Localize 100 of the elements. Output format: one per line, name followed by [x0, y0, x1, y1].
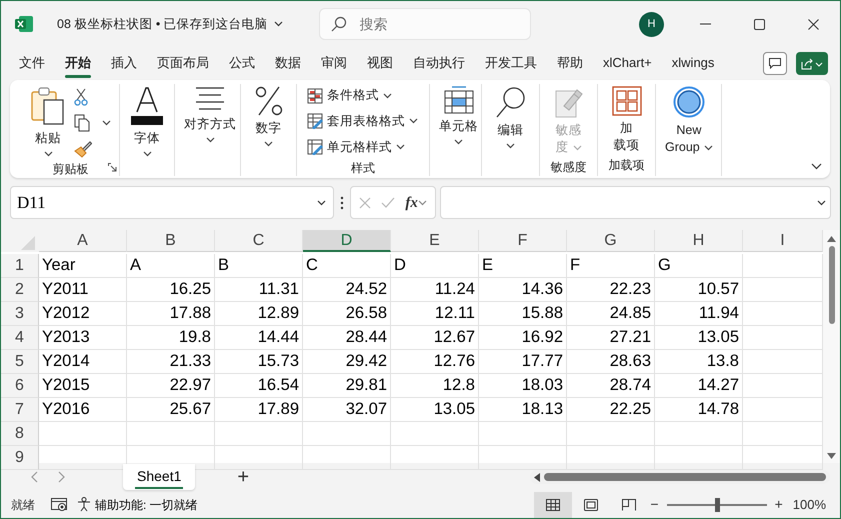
scrollbar-thumb[interactable] — [828, 246, 834, 324]
table-cell: 25.67 — [127, 398, 215, 422]
align-button[interactable]: 对齐方式 — [183, 84, 237, 176]
table-cell: 17.88 — [127, 302, 215, 326]
column-header[interactable]: I — [743, 230, 823, 252]
accessibility-button[interactable]: 辅助功能: 一切就绪 — [77, 496, 198, 514]
maximize-icon — [754, 18, 764, 30]
ribbon-tab[interactable]: 页面布局 — [147, 49, 219, 78]
menu-button[interactable]: 单元格样式 — [305, 136, 420, 159]
more-icon — [338, 196, 346, 210]
row-header[interactable]: 4 — [1, 326, 39, 350]
user-avatar[interactable]: H — [639, 12, 664, 36]
ribbon-tab[interactable]: 帮助 — [547, 49, 593, 78]
column-header[interactable]: H — [655, 230, 743, 252]
close-icon — [359, 196, 372, 209]
table-cell: 13.05 — [391, 398, 479, 422]
menu-button[interactable]: 套用表格格式 — [305, 110, 420, 133]
menu-button[interactable]: 条件格式 — [305, 84, 420, 108]
table-cell: 12.8 — [391, 374, 479, 398]
column-header[interactable]: E — [391, 230, 479, 252]
caret-icon — [418, 200, 427, 206]
normal-view-button[interactable] — [534, 492, 572, 518]
conditional-format-icon — [307, 88, 323, 104]
column-header[interactable]: G — [567, 230, 655, 252]
table-cell: 14.78 — [655, 398, 743, 422]
caret-icon — [396, 144, 405, 150]
add-ins-icon — [612, 86, 642, 116]
ribbon-tab[interactable]: 公式 — [219, 49, 265, 78]
table-cell: 15.73 — [215, 350, 303, 374]
zoom-percent[interactable]: 100% — [792, 495, 826, 515]
zoom-in-button[interactable]: + — [772, 494, 785, 516]
addins-button[interactable]: 加 载项 — [606, 84, 647, 156]
share-button[interactable] — [796, 52, 828, 76]
row-header[interactable]: 2 — [1, 278, 39, 302]
sheet-tab[interactable]: Sheet1 — [123, 464, 196, 490]
formula-field[interactable] — [440, 186, 831, 220]
scissors-icon — [74, 88, 88, 106]
copy-button[interactable] — [72, 112, 113, 134]
zoom-out-button[interactable]: − — [648, 494, 661, 516]
collapse-ribbon-button[interactable] — [811, 163, 822, 170]
scroll-down-icon — [827, 452, 836, 459]
column-header[interactable]: A — [39, 230, 127, 252]
group-label: 加载项 — [608, 157, 646, 174]
ribbon-tab[interactable]: 文件 — [9, 49, 55, 78]
editing-button[interactable]: 编辑 — [490, 84, 531, 176]
row-header[interactable]: 8 — [1, 422, 39, 446]
table-cell: 13.8 — [655, 350, 743, 374]
ribbon-tab[interactable]: 视图 — [357, 49, 403, 78]
table-cell: C — [303, 254, 391, 278]
document-title[interactable]: 08 极坐标柱状图 • 已保存到这台电脑 — [57, 14, 268, 34]
column-header[interactable]: C — [215, 230, 303, 252]
table-cell: 28.63 — [567, 350, 655, 374]
table-cell: 14.44 — [215, 326, 303, 350]
column-header[interactable]: F — [479, 230, 567, 252]
ribbon-tab[interactable]: 插入 — [101, 49, 147, 78]
excel-logo-icon — [15, 15, 33, 33]
ribbon-tab[interactable]: xlwings — [662, 49, 724, 78]
paste-button[interactable]: 粘贴 — [30, 84, 66, 160]
row-header[interactable]: 9 — [1, 446, 39, 470]
group-label: 敏感度 — [550, 159, 588, 176]
row-header[interactable]: 3 — [1, 302, 39, 326]
table-cell: E — [479, 254, 567, 278]
zoom-thumb[interactable] — [714, 498, 720, 512]
table-format-icon — [307, 113, 323, 130]
table-cell: 16.25 — [127, 278, 215, 302]
accessibility-icon — [77, 497, 91, 512]
table-cell: 14.36 — [479, 278, 567, 302]
insert-function-button[interactable]: fx — [405, 192, 427, 214]
font-button[interactable]: 字体 — [128, 84, 166, 176]
table-cell: 18.13 — [479, 398, 567, 422]
ribbon-tab[interactable]: 开发工具 — [475, 49, 547, 78]
newgroup-button[interactable]: New Group — [664, 84, 714, 176]
row-header[interactable]: 1 — [1, 254, 39, 278]
row-header[interactable]: 7 — [1, 398, 39, 422]
cells-button[interactable]: 单元格 — [438, 84, 479, 176]
ribbon-tab[interactable]: 审阅 — [311, 49, 357, 78]
dialog-launcher-button[interactable] — [108, 163, 117, 172]
row-header[interactable]: 5 — [1, 350, 39, 374]
column-header[interactable]: B — [127, 230, 215, 252]
launcher-icon — [108, 163, 117, 172]
ribbon-tab[interactable]: 数据 — [265, 49, 311, 78]
table-cell: 11.31 — [215, 278, 303, 302]
name-box[interactable]: D11 — [10, 186, 334, 220]
ribbon-tab[interactable]: 开始 — [55, 49, 101, 78]
row-header[interactable]: 6 — [1, 374, 39, 398]
align-icon — [194, 86, 226, 112]
search-field[interactable]: 搜索 — [318, 8, 531, 40]
cell-style-icon — [307, 139, 323, 156]
comments-button[interactable] — [763, 52, 787, 76]
table-cell: 32.07 — [303, 398, 391, 422]
column-header[interactable]: D — [303, 230, 391, 252]
add-sheet-button[interactable]: + — [229, 467, 258, 488]
table-cell: 28.74 — [567, 374, 655, 398]
number-button[interactable]: 数字 — [249, 84, 288, 176]
ribbon-tab[interactable]: 自动执行 — [403, 49, 475, 78]
table-cell: Y2015 — [39, 374, 127, 398]
table-cell: Y2013 — [39, 326, 127, 350]
ribbon-tab[interactable]: xlChart+ — [593, 49, 662, 78]
percent-icon — [254, 86, 282, 116]
group-label: 样式 — [350, 160, 376, 177]
